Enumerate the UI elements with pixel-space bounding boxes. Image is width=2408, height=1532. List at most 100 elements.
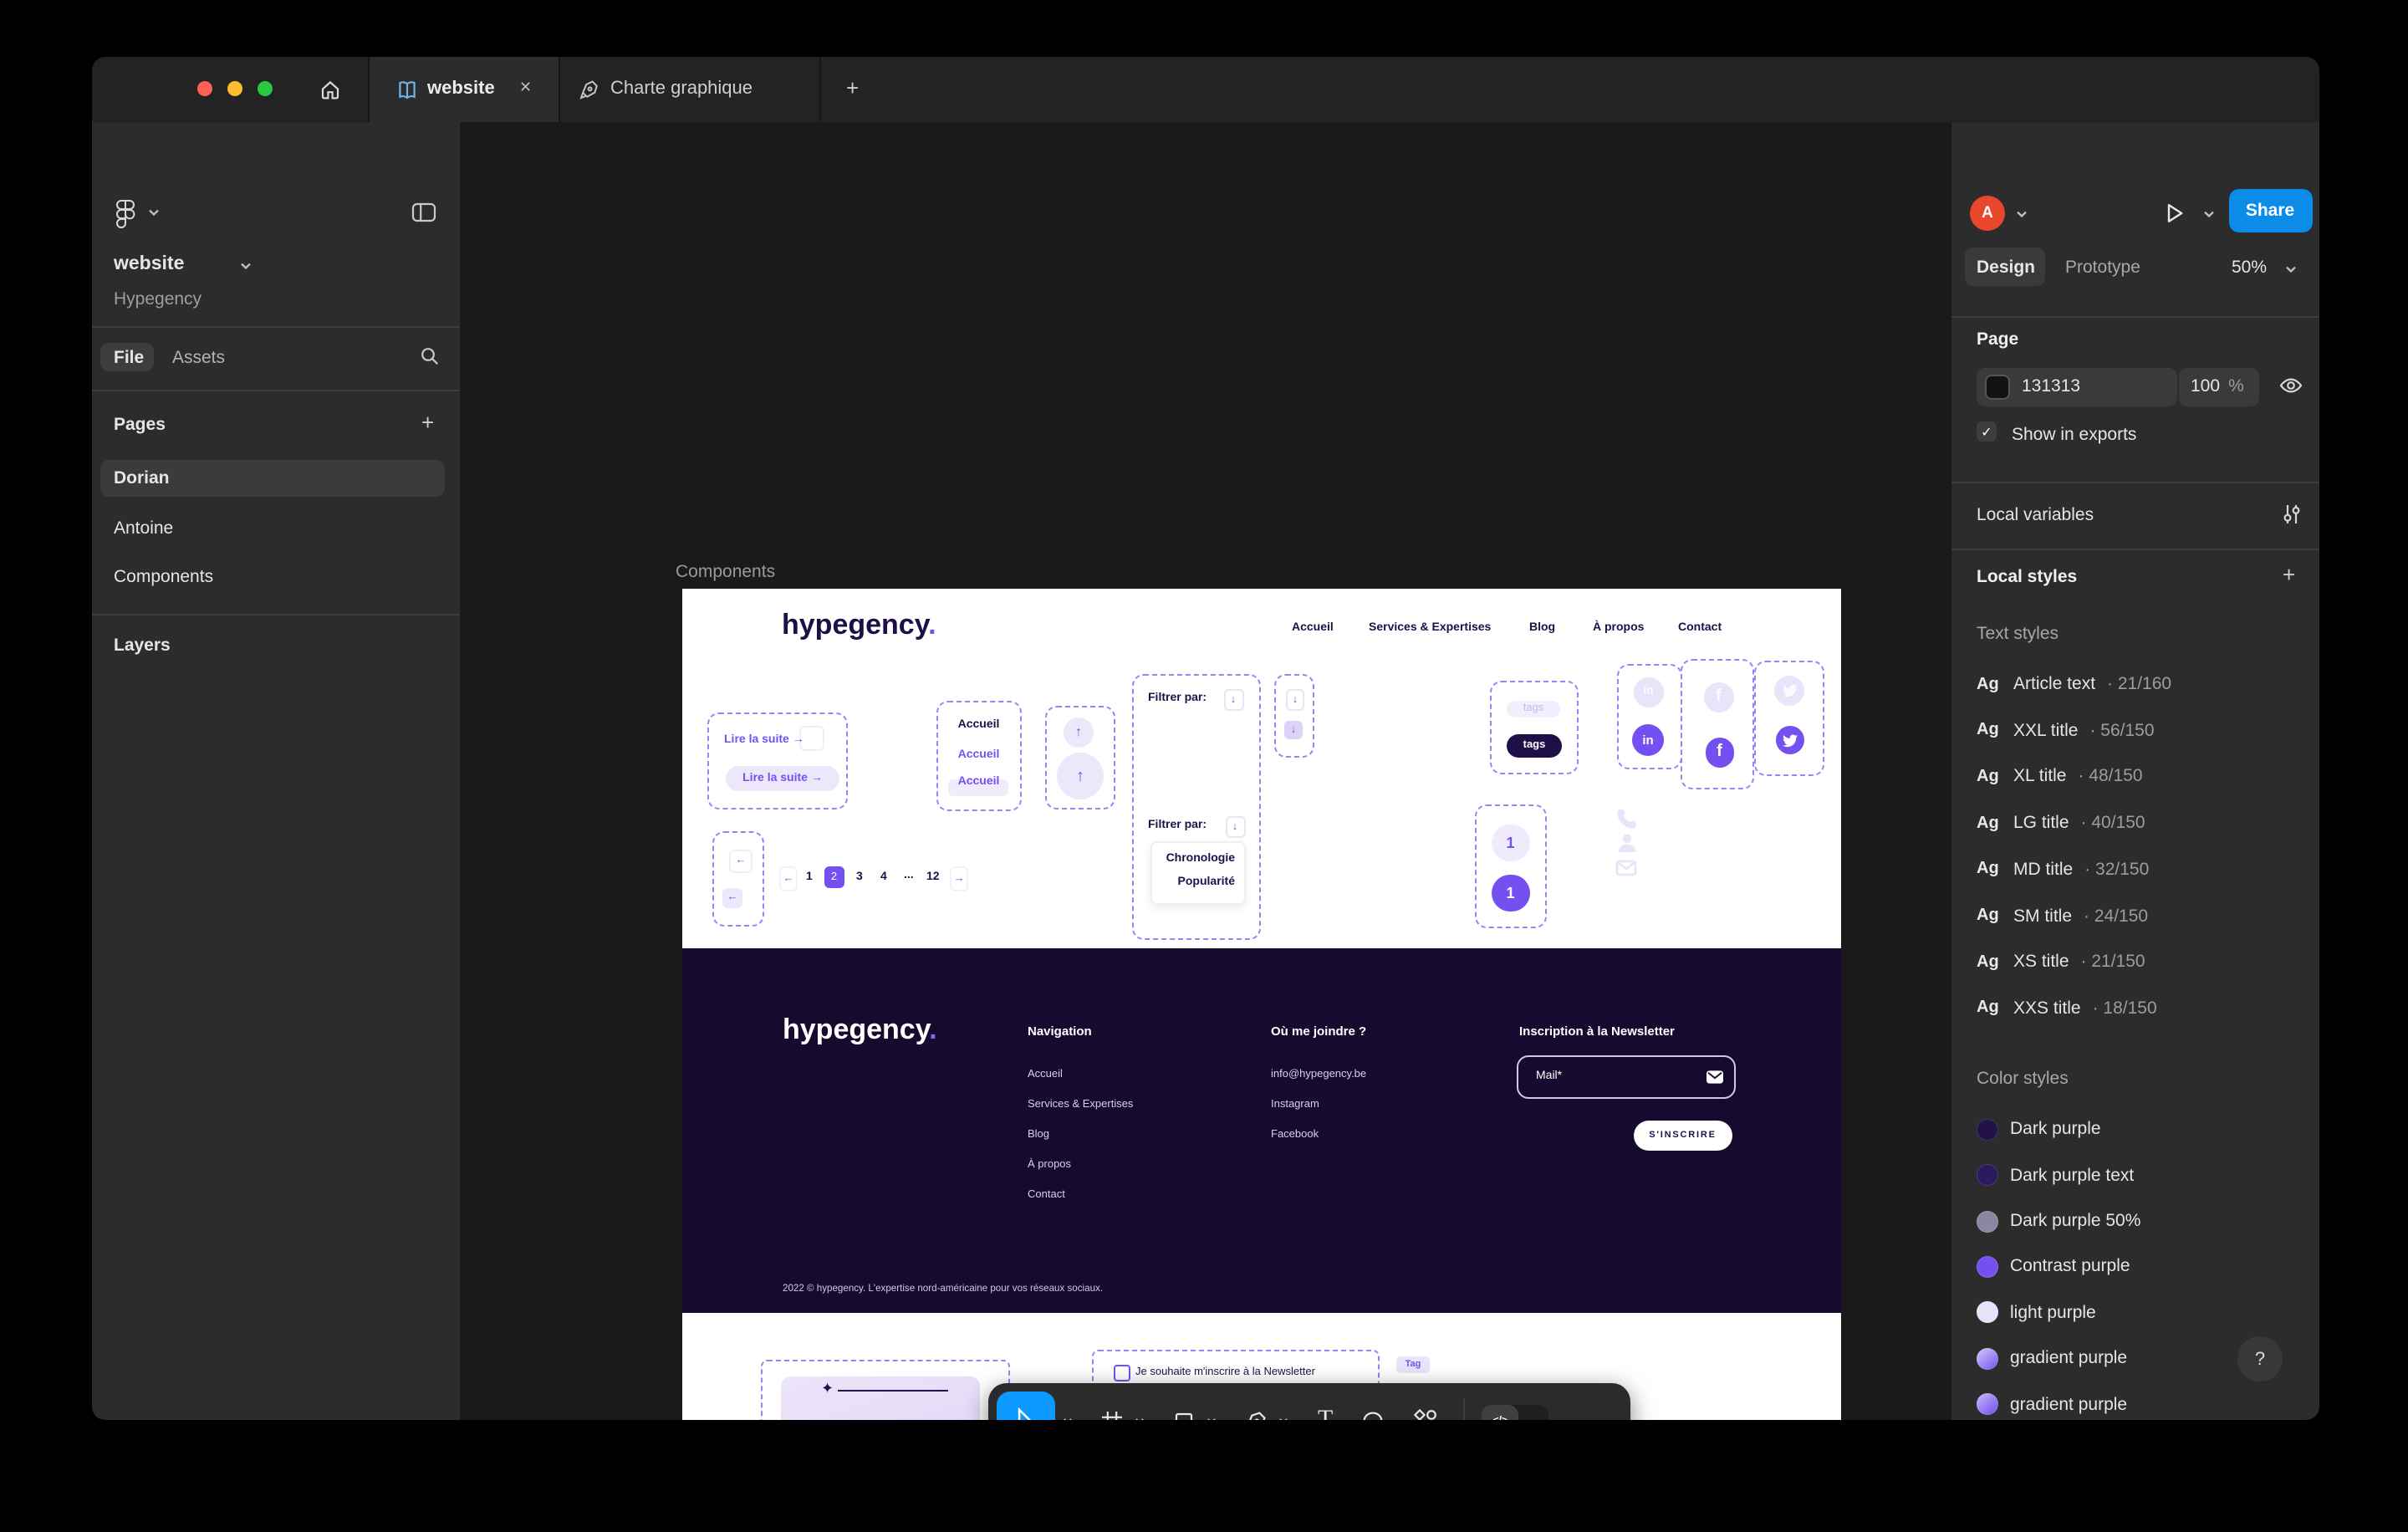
pagination-1[interactable]: 1 xyxy=(806,871,813,883)
color-style-row[interactable]: Contrast purple xyxy=(1977,1248,2309,1284)
component-tags-box[interactable]: tags tags xyxy=(1490,680,1578,774)
comment-tool-button[interactable] xyxy=(1361,1409,1385,1420)
variables-sliders-icon[interactable] xyxy=(2281,503,2303,525)
move-tool-button[interactable] xyxy=(997,1392,1055,1420)
pagination-3[interactable]: 3 xyxy=(856,871,863,883)
twitter-icon[interactable] xyxy=(1776,726,1804,754)
footer-contact-email[interactable]: info@hypegency.be xyxy=(1271,1068,1366,1080)
badge-active[interactable]: 1 xyxy=(1492,874,1529,912)
color-style-row[interactable]: Dark purple xyxy=(1977,1111,2309,1147)
newsletter-checkbox[interactable] xyxy=(1114,1365,1130,1381)
zoom-window-button[interactable] xyxy=(258,81,273,96)
text-style-row[interactable]: AgArticle text· 21/160 xyxy=(1977,666,2309,702)
search-icon[interactable] xyxy=(420,346,440,366)
scroll-up-small-button[interactable]: ↑ xyxy=(1064,717,1094,747)
nav-services[interactable]: Services & Expertises xyxy=(1369,622,1491,634)
pagination-2-active[interactable]: 2 xyxy=(824,866,844,887)
page-opacity-input[interactable]: 100 % xyxy=(2179,368,2259,406)
pagination-12[interactable]: 12 xyxy=(926,871,940,883)
filter-option-popularite[interactable]: Popularité xyxy=(1178,876,1235,887)
text-style-row[interactable]: AgXXS title· 18/150 xyxy=(1977,989,2309,1026)
page-color-swatch[interactable] xyxy=(1987,376,2008,398)
link-state-active[interactable]: Accueil xyxy=(938,776,1019,788)
back-arrow-default[interactable]: ← xyxy=(729,849,752,872)
read-more-link[interactable]: Lire la suite → xyxy=(724,733,804,745)
color-style-row[interactable]: gradient purple xyxy=(1977,1386,2309,1420)
local-variables-label[interactable]: Local variables xyxy=(1977,505,2094,525)
pagination-next[interactable]: → xyxy=(950,866,968,891)
subscriber-card[interactable]: ✦ On obtient son nombre d'abonnés PAR LO… xyxy=(781,1376,980,1420)
filter-dropdown-button-2[interactable]: ↓ xyxy=(1225,816,1245,838)
pen-tool-button[interactable] xyxy=(1244,1409,1268,1420)
tab-charte-graphique[interactable]: Charte graphique xyxy=(559,57,819,122)
shape-tool-chevron-icon[interactable] xyxy=(1206,1417,1217,1420)
tab-website[interactable]: website ✕ xyxy=(369,57,558,122)
color-style-row[interactable]: Dark purple text xyxy=(1977,1157,2309,1193)
eye-icon[interactable] xyxy=(2279,376,2303,395)
filter-option-chronologie[interactable]: Chronologie xyxy=(1166,852,1235,864)
page-opacity-value[interactable]: 100 xyxy=(2191,377,2220,397)
footer-link-services[interactable]: Services & Expertises xyxy=(1028,1099,1133,1111)
zoom-chevron-icon[interactable] xyxy=(2283,264,2297,274)
component-scroll-up-box[interactable]: ↑ ↑ xyxy=(1045,705,1115,809)
tab-assets[interactable]: Assets xyxy=(172,348,225,368)
shape-tool-button[interactable] xyxy=(1172,1409,1196,1420)
frame-tool-button[interactable] xyxy=(1100,1409,1124,1420)
pen-tool-chevron-icon[interactable] xyxy=(1278,1417,1289,1420)
zoom-level[interactable]: 50% xyxy=(2232,258,2267,278)
components-frame[interactable]: hypegency. Accueil Services & Expertises… xyxy=(681,589,1840,1420)
close-tab-icon[interactable]: ✕ xyxy=(519,79,532,97)
present-play-icon[interactable] xyxy=(2162,201,2186,226)
tab-prototype[interactable]: Prototype xyxy=(2065,258,2140,278)
present-chevron-icon[interactable] xyxy=(2202,209,2216,219)
help-button[interactable]: ? xyxy=(2237,1336,2283,1381)
dev-mode-toggle[interactable]: </> xyxy=(1482,1404,1548,1420)
page-color-hex[interactable]: 131313 xyxy=(2022,377,2080,397)
actions-tool-button[interactable] xyxy=(1413,1408,1438,1420)
back-arrow-hover[interactable]: ← xyxy=(722,887,742,907)
new-tab-button[interactable]: + xyxy=(846,75,859,100)
component-number-badge-box[interactable]: 1 1 xyxy=(1474,804,1546,927)
page-item-dorian[interactable]: Dorian xyxy=(114,468,170,488)
move-tool-chevron-icon[interactable] xyxy=(1062,1417,1074,1420)
footer-link-apropos[interactable]: À propos xyxy=(1028,1158,1071,1170)
facebook-icon[interactable]: f xyxy=(1705,738,1734,767)
canvas[interactable]: Components hypegency. Accueil Services &… xyxy=(460,122,1951,1420)
text-style-row[interactable]: AgMD title· 32/150 xyxy=(1977,850,2309,887)
component-twitter-box[interactable] xyxy=(1754,661,1824,775)
subscribe-button[interactable]: S'INSCRIRE xyxy=(1633,1121,1732,1150)
component-facebook-box[interactable]: f f xyxy=(1681,659,1753,789)
tab-design[interactable]: Design xyxy=(1977,258,2035,278)
filter-dropdown-menu[interactable]: Chronologie Popularité xyxy=(1150,840,1245,904)
show-in-exports-checkbox[interactable]: ✓ xyxy=(1977,421,1997,442)
text-style-row[interactable]: AgSM title· 24/150 xyxy=(1977,897,2309,934)
color-style-row[interactable]: light purple xyxy=(1977,1294,2309,1330)
newsletter-email-input[interactable]: Mail* xyxy=(1516,1055,1735,1099)
frame-tool-chevron-icon[interactable] xyxy=(1134,1417,1145,1420)
tag-pill-default[interactable]: tags xyxy=(1507,700,1560,717)
pagination-prev[interactable]: ← xyxy=(779,866,798,891)
page-color-input[interactable]: 131313 xyxy=(1977,368,2177,406)
file-title-chevron-icon[interactable] xyxy=(239,261,253,271)
footer-link-contact[interactable]: Contact xyxy=(1028,1188,1065,1200)
read-more-button[interactable]: Lire la suite → xyxy=(726,765,839,790)
tag-pill-active[interactable]: tags xyxy=(1507,733,1562,757)
figma-menu-chevron-icon[interactable] xyxy=(147,207,161,217)
nav-apropos[interactable]: À propos xyxy=(1593,622,1644,634)
component-back-arrow-box[interactable]: ← ← xyxy=(712,830,764,926)
avatar[interactable]: A xyxy=(1970,196,2005,231)
text-style-row[interactable]: AgXL title· 48/150 xyxy=(1977,758,2309,794)
add-page-button[interactable]: + xyxy=(421,410,434,435)
pagination-4[interactable]: 4 xyxy=(880,871,887,883)
component-linkedin-box[interactable]: in in xyxy=(1616,663,1681,769)
page-item-antoine[interactable]: Antoine xyxy=(114,518,173,538)
footer-link-accueil[interactable]: Accueil xyxy=(1028,1068,1063,1080)
frame-label[interactable]: Components xyxy=(676,562,775,582)
close-window-button[interactable] xyxy=(197,81,212,96)
scroll-up-large-button[interactable]: ↑ xyxy=(1057,753,1104,799)
add-style-button[interactable]: + xyxy=(2283,562,2295,587)
footer-contact-instagram[interactable]: Instagram xyxy=(1271,1099,1319,1111)
text-style-row[interactable]: AgXS title· 21/150 xyxy=(1977,943,2309,980)
down-arrow-default[interactable]: ↓ xyxy=(1286,689,1304,710)
figma-logo-icon[interactable] xyxy=(115,199,135,229)
